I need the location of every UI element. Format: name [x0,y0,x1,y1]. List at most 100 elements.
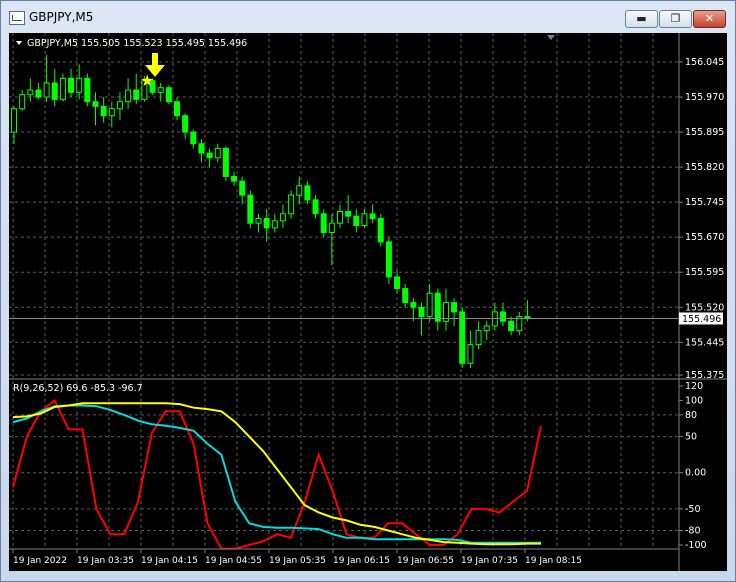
price-tick-label: 155.895 [685,127,724,138]
candle-body [222,147,229,177]
candle-body [426,292,433,318]
time-tick-label: 19 Jan 2022 [13,556,67,566]
candle-body [51,82,58,100]
candle-body [190,131,197,145]
candle-body [288,194,295,215]
candle-body [296,185,303,196]
time-tick-label: 19 Jan 03:35 [77,556,134,566]
chart-app-icon [9,11,25,25]
indicator-tick-label: 100 [685,395,703,406]
indicator-tick-label: 120 [685,381,703,392]
indicator-tick-label: -50 [685,504,701,515]
candle-body [116,101,123,110]
candle-body [84,77,91,103]
price-tick-label: 155.445 [685,337,724,348]
candle-body [271,220,278,229]
candle-body [125,89,132,103]
star-icon: ★ [140,71,154,90]
candle-body [247,194,254,224]
candle-body [231,175,238,182]
candle-body [500,311,506,322]
candle-body [369,213,376,219]
candle-body [108,108,115,117]
title-bar[interactable]: GBPJPY,M5 ▬ ❐ ✕ [1,1,735,33]
candle-body [214,147,221,159]
candle-body [475,330,482,346]
candle-body [385,241,392,278]
candle-body [508,320,515,332]
candle-body [11,108,17,133]
candle-body [483,325,490,332]
symbol-info-label: GBPJPY,M5 155.505 155.523 155.495 155.49… [27,38,247,49]
candle-body [206,152,213,159]
indicator-lines [12,398,542,550]
candle-body [255,218,262,224]
candle-body [377,218,384,243]
candle-body [165,87,172,103]
time-tick-label: 19 Jan 04:15 [141,556,198,566]
candle-body [328,222,335,234]
chart-shift-marker-icon[interactable] [547,35,555,40]
candle-body [353,215,360,227]
indicator-tick-label: -100 [685,540,707,551]
time-tick-label: 19 Jan 06:55 [397,556,454,566]
candle-body [27,89,34,96]
price-tick-label: 155.820 [685,162,724,173]
indicator-series-line [12,404,541,544]
candle-body [100,105,107,117]
candle-body [76,77,83,93]
candle-body [345,210,352,217]
candle-body [418,306,425,318]
indicator-tick-label: 0.00 [685,468,706,479]
time-tick-label: 19 Jan 07:35 [461,556,518,566]
candle-body [337,210,343,224]
price-chart-svg[interactable]: 156.045 155.970 155.895 155.820 155.745 155.6… [9,33,727,571]
price-tick-label: 155.595 [685,267,724,278]
candles [11,54,531,368]
candle-body [320,213,327,234]
candle-body [459,311,466,364]
price-tick-label: 155.670 [685,232,724,243]
candle-body [43,82,50,98]
time-tick-label: 19 Jan 08:15 [525,556,582,566]
candle-body [157,87,164,93]
candle-body [239,180,246,196]
candle-body [92,101,99,107]
candle-body [19,94,26,110]
candle-body [59,77,66,100]
candle-body [263,218,270,229]
candle-body [133,89,140,100]
time-tick-label: 19 Jan 04:55 [205,556,262,566]
candle-body [394,276,401,290]
close-button[interactable]: ✕ [693,10,726,28]
current-price-label: 155.496 [682,314,721,325]
candle-body [361,213,368,227]
price-tick-label: 155.745 [685,197,724,208]
chart-window: GBPJPY,M5 ▬ ❐ ✕ 156.045 155.970 155.895 155… [0,0,736,582]
minimize-button[interactable]: ▬ [625,10,658,28]
candle-body [434,292,441,322]
candle-body [304,185,311,201]
candle-body [198,143,205,154]
indicator-tick-label: -80 [685,526,701,537]
price-tick-label: 155.970 [685,92,724,103]
candle-body [182,115,189,133]
window-title: GBPJPY,M5 [29,10,94,24]
candle-body [410,302,417,308]
indicator-tick-label: 80 [685,410,697,421]
chart-area[interactable]: 156.045 155.970 155.895 155.820 155.745 155.6… [9,33,727,571]
price-tick-label: 155.520 [685,302,724,313]
chart-menu-triangle-icon[interactable] [16,41,22,45]
price-tick-label: 156.045 [685,57,724,68]
time-tick-label: 19 Jan 06:15 [333,556,390,566]
time-tick-label: 19 Jan 05:35 [269,556,326,566]
indicator-series-line [12,402,541,546]
candle-body [402,288,409,304]
indicator-tick-label: 50 [685,432,697,443]
indicator-series-line [12,398,542,550]
candle-body [68,77,75,93]
candle-body [35,89,42,98]
candle-body [279,213,286,222]
maximize-button[interactable]: ❐ [659,10,692,28]
candle-body [312,199,319,215]
